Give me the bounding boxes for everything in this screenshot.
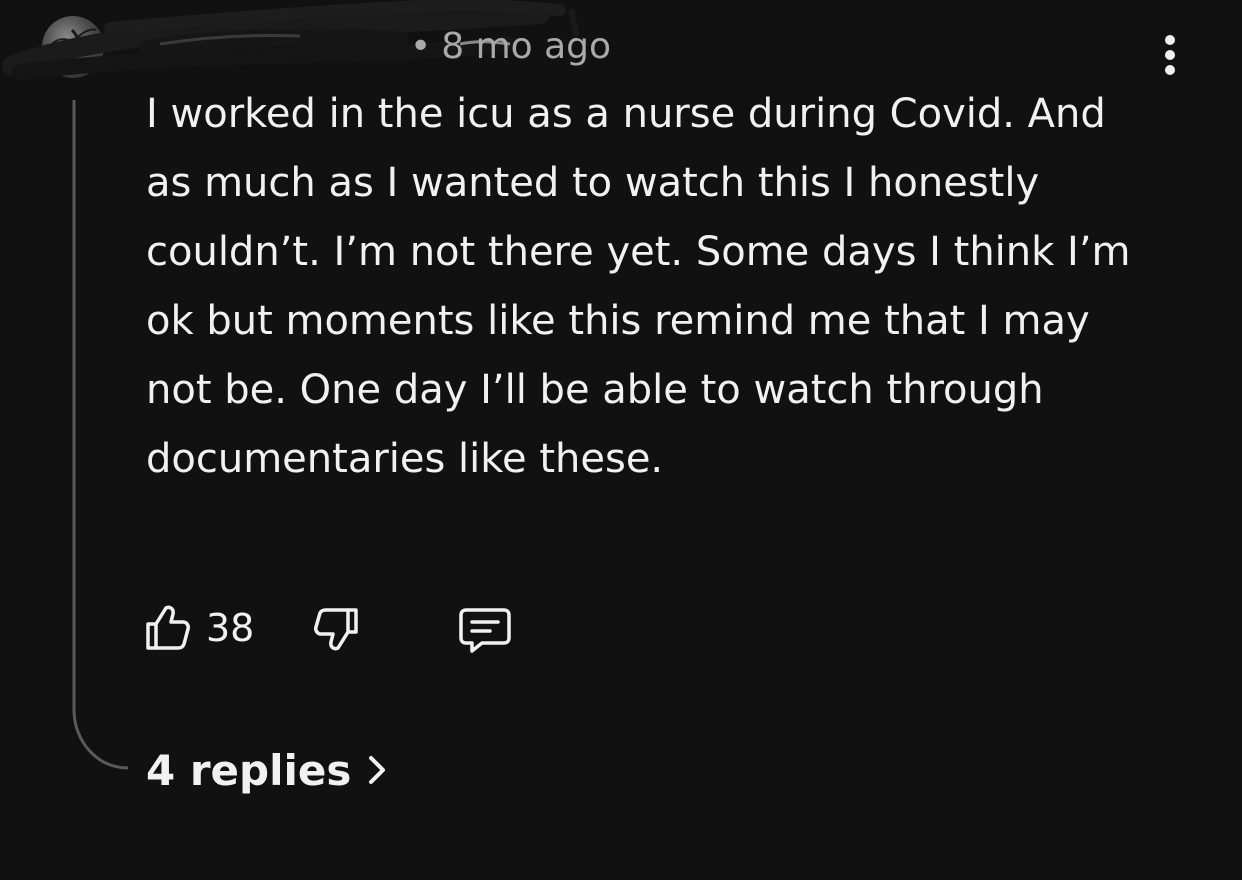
more-options-button[interactable] [1150, 30, 1190, 82]
thumbs-down-icon [314, 608, 358, 651]
comment-bubble-icon [459, 608, 511, 653]
reply-button[interactable] [458, 600, 512, 656]
chevron-right-icon [369, 756, 386, 784]
avatar[interactable] [42, 16, 104, 78]
comment-text: I worked in the icu as a nurse during Co… [146, 91, 1131, 482]
meta-separator: • [410, 26, 432, 67]
like-button[interactable]: 38 [142, 600, 254, 656]
thumbs-up-icon [146, 605, 190, 650]
thread-line [72, 100, 129, 770]
view-replies-button[interactable]: 4 replies [146, 740, 389, 800]
avatar-silhouette-icon [51, 28, 97, 71]
like-count: 38 [206, 606, 255, 650]
replies-label: 4 replies [146, 745, 352, 795]
comment-meta: • 8 mo ago [400, 24, 611, 70]
more-vert-icon [1165, 35, 1175, 75]
comment-time: 8 mo ago [441, 26, 612, 67]
dislike-button[interactable] [312, 600, 362, 656]
